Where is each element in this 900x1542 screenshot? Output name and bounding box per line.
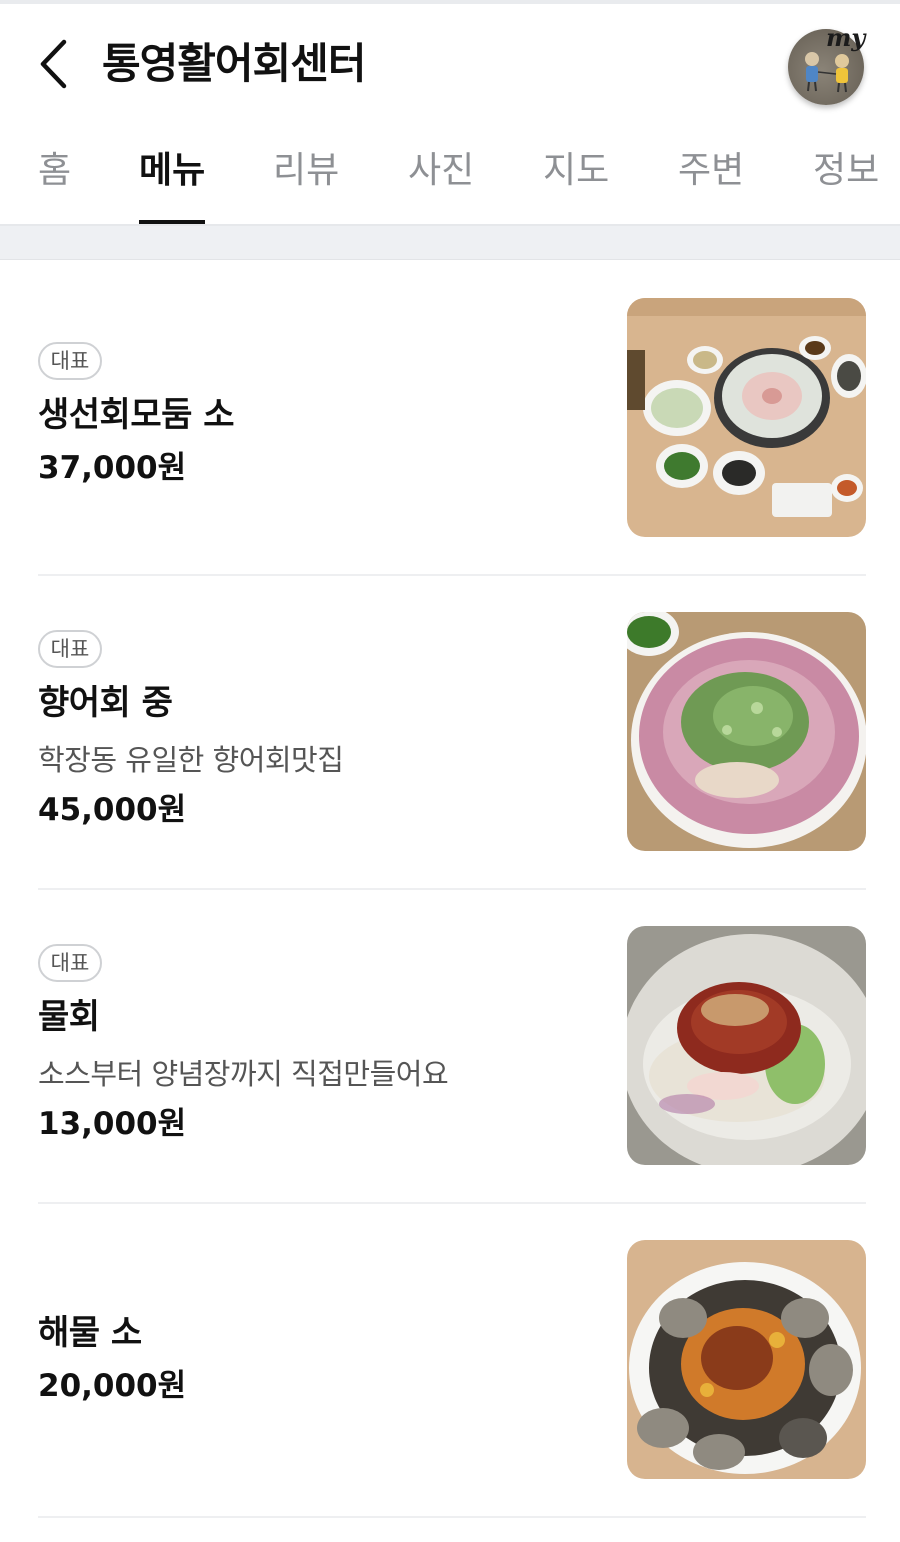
tab-info[interactable]: 정보	[813, 146, 879, 196]
menu-item-photo[interactable]	[627, 612, 866, 851]
tab-photos[interactable]: 사진	[408, 146, 474, 196]
back-button[interactable]	[30, 32, 76, 96]
menu-item-price: 37,000원	[38, 450, 187, 486]
menu-item[interactable]: 해물 소 20,000원	[0, 1204, 900, 1518]
seafood-platter-image	[627, 1240, 866, 1479]
menu-item-photo[interactable]	[627, 298, 866, 537]
tab-reviews[interactable]: 리뷰	[273, 146, 339, 196]
menu-item-price: 45,000원	[38, 792, 187, 828]
menu-item-photo[interactable]	[627, 1240, 866, 1479]
mulhoe-image	[627, 926, 866, 1165]
menu-item-description: 소스부터 양념장까지 직접만들어요	[38, 1057, 449, 1091]
chevron-left-icon	[40, 39, 67, 89]
menu-item-name: 물회	[38, 997, 100, 1037]
menu-item-description: 학장동 유일한 향어회맛집	[38, 743, 344, 777]
my-profile-avatar[interactable]: my	[788, 25, 865, 105]
item-divider	[38, 1516, 866, 1518]
menu-item-price: 20,000원	[38, 1368, 187, 1404]
menu-item[interactable]: 대표 생선회모둠 소 37,000원	[0, 262, 900, 576]
tab-home[interactable]: 홈	[38, 146, 71, 196]
page-title: 통영활어회센터	[102, 39, 366, 88]
carp-sashimi-image	[627, 612, 866, 851]
menu-item-name: 해물 소	[38, 1313, 142, 1353]
menu-item-photo[interactable]	[627, 926, 866, 1165]
menu-item-name: 생선회모둠 소	[38, 395, 235, 435]
sashimi-platter-image	[627, 298, 866, 537]
tab-nearby[interactable]: 주변	[678, 146, 744, 196]
signature-badge: 대표	[38, 630, 102, 668]
menu-item-price: 13,000원	[38, 1106, 187, 1142]
header: 통영활어회센터 my	[0, 4, 900, 120]
menu-item[interactable]: 대표 향어회 중 학장동 유일한 향어회맛집 45,000원	[0, 576, 900, 890]
signature-badge: 대표	[38, 944, 102, 982]
menu-item[interactable]: 대표 물회 소스부터 양념장까지 직접만들어요 13,000원	[0, 890, 900, 1204]
tab-menu[interactable]: 메뉴	[139, 146, 205, 196]
menu-item-name: 향어회 중	[38, 683, 173, 723]
signature-badge: 대표	[38, 342, 102, 380]
avatar-my-label: my	[826, 23, 866, 52]
section-separator	[0, 226, 900, 260]
tab-map[interactable]: 지도	[543, 146, 609, 196]
active-tab-indicator	[139, 220, 205, 224]
